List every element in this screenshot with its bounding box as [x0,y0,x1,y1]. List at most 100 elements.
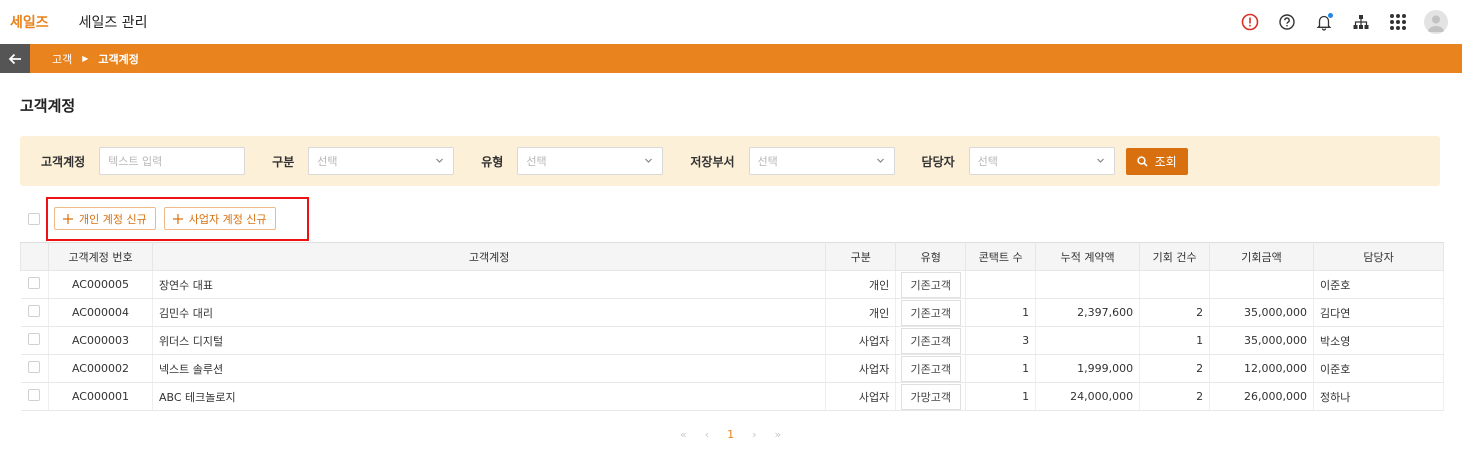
account-name-cell: ABC 테크놀로지 [152,382,827,411]
owner-cell: 김다연 [1313,298,1444,327]
type-select-value: 선택 [526,155,547,168]
table-row[interactable]: AC000004 김민수 대리 개인 기존고객 1 2,397,600 2 35,000,00… [20,298,1444,327]
category-cell: 사업자 [825,354,897,383]
checkbox-cell [20,354,49,383]
opportunity-amount-cell [1209,270,1315,299]
opportunity-count-cell: 1 [1139,326,1211,355]
type-tag: 가망고객 [900,383,961,410]
checkbox-cell [20,298,49,327]
arrow-left-icon [8,53,21,64]
first-page-button[interactable]: « [680,428,687,441]
row-checkbox[interactable] [28,305,41,317]
breadcrumb-item-current: 고객계정 [98,52,139,66]
account-name-cell: 넥스트 솔루션 [152,354,827,383]
back-button[interactable] [0,44,30,73]
page-number-current[interactable]: 1 [727,428,734,441]
header-checkbox-cell [20,242,49,271]
owner-select-value: 선택 [977,155,998,168]
search-icon [1136,155,1148,167]
category-cell: 사업자 [825,326,897,355]
contacts-count-cell [965,270,1037,299]
column-header[interactable]: 기회 건수 [1139,242,1211,271]
type-tag: 기존고객 [900,299,961,326]
filter-bar: 고객계정 텍스트 입력 구분 선택 유형 선택 저장부서 선택 담당자 선택 조… [20,136,1440,186]
filter-label-owner: 담당자 [921,154,955,169]
checkbox-cell [20,270,49,299]
breadcrumb-separator-icon: ▶ [82,54,89,63]
column-header[interactable]: 유형 [895,242,967,271]
type-cell: 기존고객 [895,270,967,299]
prev-page-button[interactable]: ‹ [705,428,709,441]
app-logo[interactable]: 세일즈 [10,12,49,32]
owner-select[interactable]: 선택 [968,147,1115,175]
table-row[interactable]: AC000003 위더스 디지털 사업자 기존고객 3 1 35,000,000 박소영 [20,326,1444,355]
account-name-cell: 위더스 디지털 [152,326,827,355]
table-row[interactable]: AC000001 ABC 테크놀로지 사업자 가망고객 1 24,000,000 2 26,0… [20,382,1444,411]
opportunity-amount-cell: 35,000,000 [1209,298,1315,327]
table-row[interactable]: AC000002 넥스트 솔루션 사업자 기존고객 1 1,999,000 2 12,000,… [20,354,1444,383]
org-chart-icon[interactable] [1350,11,1372,33]
contract-amount-cell: 24,000,000 [1035,382,1141,411]
help-icon[interactable] [1276,11,1298,33]
column-header[interactable]: 고객계정 번호 [47,242,153,271]
breadcrumb-item-customer[interactable]: 고객 [52,51,72,67]
chevron-down-icon [876,158,884,163]
highlight-box [46,197,309,241]
opportunity-amount-cell: 12,000,000 [1209,354,1315,383]
opportunity-amount-cell: 35,000,000 [1209,326,1315,355]
type-tag: 기존고객 [900,271,961,298]
row-checkbox[interactable] [28,277,41,289]
top-icons [1239,10,1448,34]
last-page-button[interactable]: » [775,428,782,441]
contract-amount-cell [1035,270,1141,299]
type-select[interactable]: 선택 [517,147,664,175]
row-checkbox[interactable] [28,333,41,345]
type-cell: 기존고객 [895,326,967,355]
row-checkbox[interactable] [28,389,41,401]
filter-label-type: 유형 [481,154,504,169]
opportunity-count-cell: 2 [1139,382,1211,411]
checkbox-cell [20,382,49,411]
dept-select-value: 선택 [757,155,778,168]
table-row[interactable]: AC000005 장연수 대표 개인 기존고객 이준호 [20,270,1444,299]
account-number-cell: AC000001 [48,382,153,411]
owner-cell: 이준호 [1313,354,1444,383]
chevron-down-icon [436,158,444,163]
user-avatar[interactable] [1424,10,1448,34]
type-cell: 가망고객 [895,382,967,411]
column-header[interactable]: 콘택트 수 [965,242,1037,271]
column-header[interactable]: 고객계정 [151,242,827,271]
dept-select[interactable]: 선택 [748,147,895,175]
column-header[interactable]: 기회금액 [1209,242,1315,271]
chevron-down-icon [1096,158,1104,163]
contract-amount-cell [1035,326,1141,355]
top-bar: 세일즈 세일즈 관리 [0,0,1462,44]
column-header[interactable]: 구분 [825,242,897,271]
checkbox-cell [20,326,49,355]
next-page-button[interactable]: › [752,428,756,441]
column-header[interactable]: 담당자 [1313,242,1444,271]
account-name-cell: 장연수 대표 [152,270,827,299]
category-select[interactable]: 선택 [308,147,455,175]
contract-amount-cell: 1,999,000 [1035,354,1141,383]
row-checkbox[interactable] [28,361,41,373]
breadcrumb-bar: 고객 ▶ 고객계정 [0,44,1462,73]
account-number-cell: AC000005 [48,270,153,299]
alert-icon[interactable] [1239,11,1261,33]
apps-grid-icon[interactable] [1387,11,1409,33]
table-header-row: 고객계정 번호 고객계정 구분 유형 콘택트 수 누적 계약액 기회 건수 기회… [20,242,1444,271]
category-cell: 개인 [825,270,897,299]
owner-cell: 이준호 [1313,270,1444,299]
page-title: 고객계정 [20,97,76,115]
account-name-cell: 김민수 대리 [152,298,827,327]
bell-icon[interactable] [1313,11,1335,33]
opportunity-count-cell: 2 [1139,354,1211,383]
column-header[interactable]: 누적 계약액 [1035,242,1141,271]
account-search-input[interactable]: 텍스트 입력 [99,147,246,175]
select-all-checkbox[interactable] [28,212,40,225]
breadcrumb: 고객 ▶ 고객계정 [52,51,139,67]
search-button[interactable]: 조회 [1125,147,1188,175]
type-tag: 기존고객 [900,355,961,382]
category-cell: 사업자 [825,382,897,411]
contract-amount-cell: 2,397,600 [1035,298,1141,327]
